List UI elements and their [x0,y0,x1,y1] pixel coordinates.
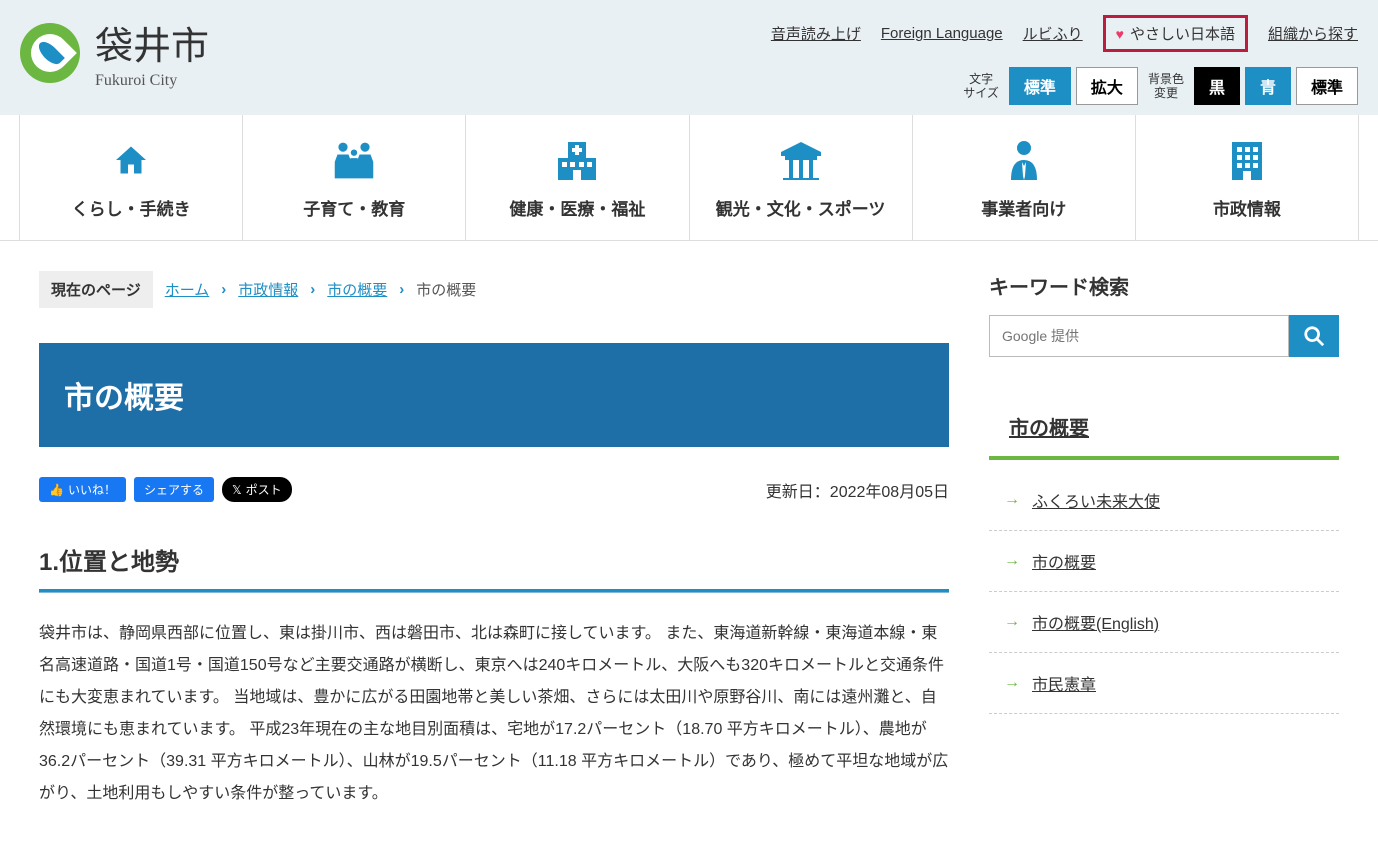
font-large-button[interactable]: 拡大 [1076,67,1138,105]
bg-black-button[interactable]: 黒 [1194,67,1240,105]
city-name-en: Fukuroi City [95,72,209,90]
family-icon [248,135,460,185]
heart-icon: ♥ [1116,26,1124,42]
search-heading: キーワード検索 [989,271,1339,300]
sidebar-link-overview[interactable]: →市の概要 [989,531,1339,592]
fb-share-button[interactable]: シェアする [134,477,214,502]
sidebar-link-charter[interactable]: →市民憲章 [989,653,1339,714]
person-icon [918,135,1130,185]
arrow-right-icon: → [1004,613,1020,631]
nav-life[interactable]: くらし・手続き [19,115,243,240]
nav-business[interactable]: 事業者向け [913,115,1136,240]
hospital-icon [471,135,683,185]
chevron-right-icon: › [399,281,404,298]
breadcrumb-home[interactable]: ホーム [165,279,210,300]
fb-like-button[interactable]: 👍いいね！ [39,477,126,502]
bg-standard-button[interactable]: 標準 [1296,67,1358,105]
foreign-language-link[interactable]: Foreign Language [881,25,1003,42]
chevron-right-icon: › [221,281,226,298]
arrow-right-icon: → [1004,552,1020,570]
building-icon [1141,135,1353,185]
ruby-link[interactable]: ルビふり [1023,23,1083,44]
breadcrumb-current: 市の概要 [416,279,476,300]
thumb-icon: 👍 [49,483,64,497]
update-date: 更新日：2022年08月05日 [766,478,949,502]
nav-tourism[interactable]: 観光・文化・スポーツ [690,115,913,240]
arrow-right-icon: → [1004,674,1020,692]
font-standard-button[interactable]: 標準 [1009,67,1071,105]
city-name: 袋井市 [95,15,209,70]
breadcrumb-cityinfo[interactable]: 市政情報 [238,279,298,300]
search-button[interactable] [1289,315,1339,357]
nav-health[interactable]: 健康・医療・福祉 [466,115,689,240]
sidebar-title[interactable]: 市の概要 [989,397,1339,460]
sidebar-link-ambassador[interactable]: →ふくろい未来大使 [989,470,1339,531]
search-icon [1303,325,1325,347]
site-logo[interactable]: 袋井市 Fukuroi City [20,15,209,90]
breadcrumb-overview[interactable]: 市の概要 [327,279,387,300]
sidebar-link-overview-en[interactable]: →市の概要(English) [989,592,1339,653]
main-nav: くらし・手続き 子育て・教育 健康・医療・福祉 観光・文化・スポーツ 事業者向け… [0,115,1378,241]
section-body: 袋井市は、静岡県西部に位置し、東は掛川市、西は磐田市、北は森町に接しています。 … [39,618,949,810]
bg-color-label: 背景色 変更 [1148,72,1184,101]
x-post-button[interactable]: 𝕏ポスト [222,477,292,502]
nav-cityinfo[interactable]: 市政情報 [1136,115,1359,240]
page-title: 市の概要 [39,343,949,447]
search-input[interactable] [989,315,1289,357]
bg-blue-button[interactable]: 青 [1245,67,1291,105]
arrow-right-icon: → [1004,491,1020,509]
easy-japanese-link[interactable]: ♥ やさしい日本語 [1103,15,1248,52]
x-icon: 𝕏 [232,483,242,497]
breadcrumb: 現在のページ ホーム › 市政情報 › 市の概要 › 市の概要 [39,271,949,308]
breadcrumb-label: 現在のページ [39,271,153,308]
home-icon [25,135,237,185]
section-heading: 1.位置と地勢 [39,542,949,593]
font-size-label: 文字 サイズ [963,72,999,101]
nav-childcare[interactable]: 子育て・教育 [243,115,466,240]
voice-reading-link[interactable]: 音声読み上げ [771,23,861,44]
chevron-right-icon: › [310,281,315,298]
temple-icon [695,135,907,185]
org-search-link[interactable]: 組織から探す [1268,23,1358,44]
